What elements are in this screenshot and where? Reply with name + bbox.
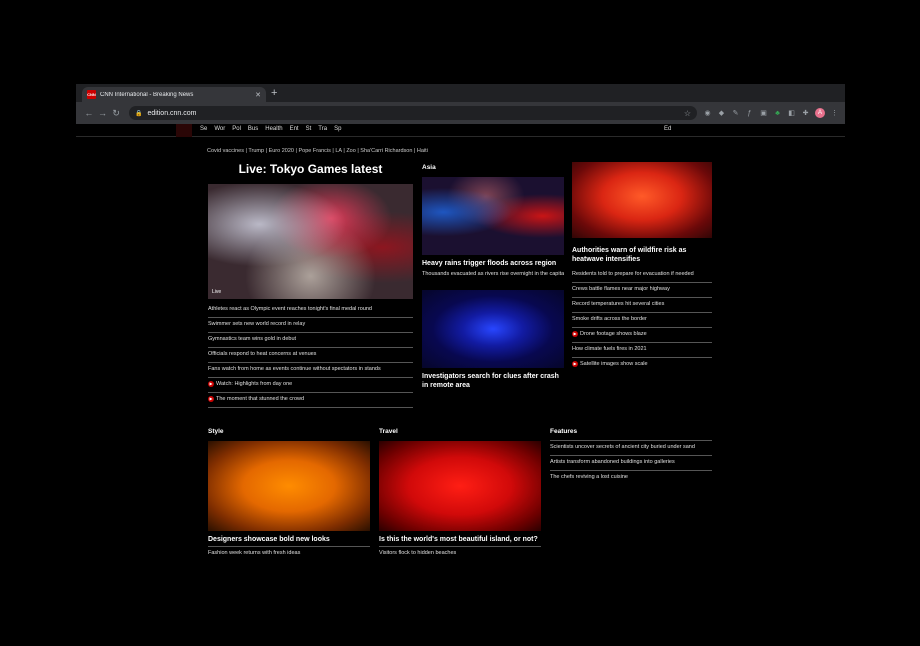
cnn-favicon-icon: CNN bbox=[87, 90, 96, 99]
new-tab-icon[interactable]: + bbox=[271, 87, 277, 99]
features-column: Features Scientists uncover secrets of a… bbox=[550, 428, 712, 485]
nav-item[interactable]: Wor bbox=[214, 126, 225, 132]
tab-title: CNN International - Breaking News bbox=[100, 91, 194, 98]
extension-icon[interactable]: ◧ bbox=[787, 109, 796, 117]
section-title[interactable]: Travel bbox=[379, 428, 541, 435]
cnn-logo[interactable] bbox=[176, 124, 192, 137]
story-image[interactable] bbox=[208, 441, 370, 531]
list-item[interactable]: Artists transform abandoned buildings in… bbox=[550, 456, 712, 471]
extension-icon[interactable]: ▣ bbox=[759, 109, 768, 117]
story-summary: Visitors flock to hidden beaches bbox=[379, 550, 457, 556]
tree-icon[interactable]: ♣ bbox=[773, 110, 782, 117]
story-list: Residents told to prepare for evacuation… bbox=[572, 268, 712, 372]
play-icon: ▶ bbox=[208, 395, 214, 402]
trending-ticker: Covid vaccines | Trump | Euro 2020 | Pop… bbox=[207, 148, 428, 154]
top-story-list: Athletes react as Olympic event reaches … bbox=[208, 303, 413, 408]
main-headline[interactable]: Live: Tokyo Games latest bbox=[208, 162, 413, 176]
story-title[interactable]: Heavy rains trigger floods across region bbox=[422, 259, 564, 268]
nav-item[interactable]: Pol bbox=[232, 126, 241, 132]
list-item[interactable]: ▶ Drone footage shows blaze bbox=[572, 328, 712, 343]
list-item[interactable]: Scientists uncover secrets of ancient ci… bbox=[550, 441, 712, 456]
browser-tab[interactable]: CNN CNN International - Breaking News ✕ bbox=[82, 87, 266, 102]
section-title[interactable]: Style bbox=[208, 428, 370, 435]
back-arrow-icon[interactable]: ← bbox=[82, 108, 96, 118]
ticker-item[interactable]: Pope Francis bbox=[298, 148, 330, 154]
list-item[interactable]: Crews battle flames near major highway bbox=[572, 283, 712, 298]
nav-item[interactable]: Health bbox=[265, 126, 282, 132]
story-image[interactable] bbox=[379, 441, 541, 531]
edition-selector[interactable]: Ed bbox=[664, 126, 671, 132]
play-icon: ▶ bbox=[208, 380, 214, 387]
list-item[interactable]: Smoke drifts across the border bbox=[572, 313, 712, 328]
lock-icon: 🔒 bbox=[134, 110, 143, 117]
ticker-item[interactable]: Sha'Carri Richardson bbox=[360, 148, 412, 154]
list-item[interactable]: How climate fuels fires in 2021 bbox=[572, 343, 712, 358]
story-title[interactable]: Designers showcase bold new looks bbox=[208, 535, 370, 544]
extension-icon[interactable]: ◉ bbox=[703, 109, 712, 117]
ticker-item[interactable]: LA bbox=[335, 148, 341, 154]
function-icon[interactable]: ƒ bbox=[745, 110, 754, 117]
play-icon: ▶ bbox=[572, 360, 578, 367]
section-title[interactable]: Features bbox=[550, 428, 712, 435]
list-item[interactable]: Residents told to prepare for evacuation… bbox=[572, 268, 712, 283]
play-icon: ▶ bbox=[572, 330, 578, 337]
ticker-item[interactable]: Covid vaccines bbox=[207, 148, 244, 154]
ticker-item[interactable]: Trump bbox=[248, 148, 264, 154]
nav-item[interactable]: Bus bbox=[248, 126, 258, 132]
story-image[interactable] bbox=[422, 290, 564, 368]
style-column: Style Designers showcase bold new looks … bbox=[208, 428, 370, 561]
story-title[interactable]: Investigators search for clues after cra… bbox=[422, 372, 564, 390]
list-item[interactable]: The chefs reviving a lost cuisine bbox=[550, 471, 712, 485]
reload-icon[interactable]: ↻ bbox=[109, 108, 123, 119]
top-story-column: Live: Tokyo Games latest Live Athletes r… bbox=[208, 162, 413, 408]
forward-arrow-icon[interactable]: → bbox=[96, 108, 110, 118]
pen-icon[interactable]: ✎ bbox=[731, 109, 740, 117]
list-item[interactable]: Swimmer sets new world record in relay bbox=[208, 318, 413, 333]
section-title[interactable]: Asia bbox=[422, 164, 564, 171]
profile-avatar[interactable]: A bbox=[815, 108, 825, 118]
list-item[interactable]: Record temperatures hit several cities bbox=[572, 298, 712, 313]
site-navigation: Se Wor Pol Bus Health Ent St Tra Sp Ed bbox=[76, 124, 845, 137]
list-item[interactable]: ▶ Satellite images show scale bbox=[572, 358, 712, 372]
url-text[interactable]: edition.cnn.com bbox=[147, 110, 683, 117]
nav-item[interactable]: Ent bbox=[290, 126, 299, 132]
browser-toolbar: ← → ↻ 🔒 edition.cnn.com ☆ ◉ ◆ ✎ ƒ ▣ ♣ ◧ … bbox=[76, 102, 845, 124]
list-item[interactable]: Fans watch from home as events continue … bbox=[208, 363, 413, 378]
address-bar[interactable]: 🔒 edition.cnn.com ☆ bbox=[128, 106, 697, 120]
travel-column: Travel Is this the world's most beautifu… bbox=[379, 428, 541, 561]
puzzle-icon[interactable]: ✚ bbox=[801, 109, 810, 117]
list-item[interactable]: ▶ Watch: Highlights from day one bbox=[208, 378, 413, 393]
story-summary: Fashion week returns with fresh ideas bbox=[208, 550, 301, 556]
nav-menu: Se Wor Pol Bus Health Ent St Tra Sp bbox=[200, 126, 341, 132]
extension-icons: ◉ ◆ ✎ ƒ ▣ ♣ ◧ ✚ A ⋮ bbox=[703, 108, 839, 118]
tab-bar: CNN CNN International - Breaking News ✕ … bbox=[76, 84, 845, 102]
story-title[interactable]: Is this the world's most beautiful islan… bbox=[379, 535, 541, 544]
story-image[interactable] bbox=[572, 162, 712, 238]
top-story-image[interactable]: Live bbox=[208, 184, 413, 299]
nav-item[interactable]: Tra bbox=[318, 126, 327, 132]
extension-icon[interactable]: ◆ bbox=[717, 109, 726, 117]
nav-item[interactable]: Sp bbox=[334, 126, 341, 132]
ticker-item[interactable]: Zoo bbox=[346, 148, 355, 154]
nav-item[interactable]: St bbox=[306, 126, 312, 132]
right-column: Authorities warn of wildfire risk as hea… bbox=[572, 162, 712, 372]
browser-window: CNN CNN International - Breaking News ✕ … bbox=[76, 84, 845, 124]
close-icon[interactable]: ✕ bbox=[255, 91, 261, 99]
story-summary: Thousands evacuated as rivers rise overn… bbox=[422, 271, 564, 277]
bookmark-star-icon[interactable]: ☆ bbox=[684, 109, 691, 118]
ticker-item[interactable]: Haiti bbox=[417, 148, 428, 154]
nav-item[interactable]: Se bbox=[200, 126, 207, 132]
ticker-item[interactable]: Euro 2020 bbox=[269, 148, 294, 154]
list-item[interactable]: Officials respond to heat concerns at ve… bbox=[208, 348, 413, 363]
story-image[interactable] bbox=[422, 177, 564, 255]
list-item[interactable]: ▶ The moment that stunned the crowd bbox=[208, 393, 413, 408]
list-item[interactable]: Athletes react as Olympic event reaches … bbox=[208, 303, 413, 318]
asia-column: Asia Heavy rains trigger floods across r… bbox=[422, 164, 564, 390]
menu-dots-icon[interactable]: ⋮ bbox=[830, 109, 839, 117]
story-title[interactable]: Authorities warn of wildfire risk as hea… bbox=[572, 246, 712, 264]
live-label: Live bbox=[212, 289, 222, 295]
list-item[interactable]: Gymnastics team wins gold in debut bbox=[208, 333, 413, 348]
